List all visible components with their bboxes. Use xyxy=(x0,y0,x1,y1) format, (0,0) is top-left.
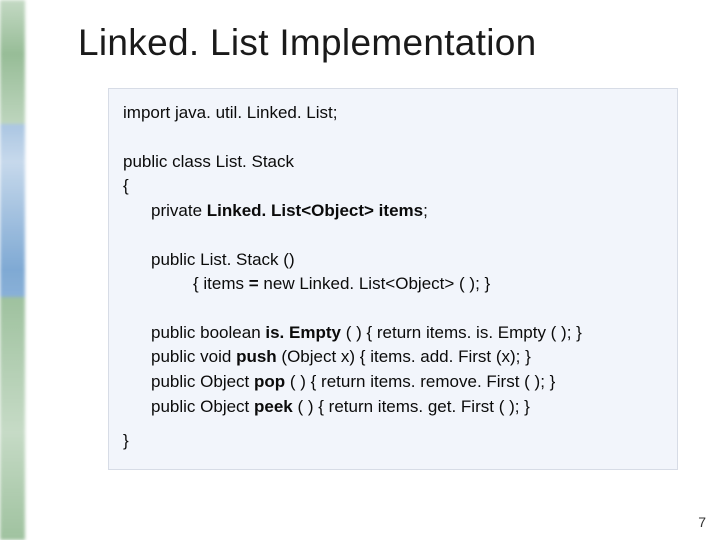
blank-line xyxy=(123,126,663,150)
decorative-sidebar xyxy=(0,0,40,540)
code-bold: Linked. List<Object> items xyxy=(207,201,423,220)
blank-line xyxy=(123,297,663,321)
code-line-peek: public Object peek ( ) { return items. g… xyxy=(123,395,663,420)
code-bold: is. Empty xyxy=(265,323,345,342)
code-line-import: import java. util. Linked. List; xyxy=(123,101,663,126)
code-line-field: private Linked. List<Object> items; xyxy=(123,199,663,224)
code-text: public Object xyxy=(151,397,254,416)
code-line-open-brace: { xyxy=(123,174,663,199)
code-text: ; xyxy=(423,201,428,220)
code-line-ctor-sig: public List. Stack () xyxy=(123,248,663,273)
code-box: import java. util. Linked. List; public … xyxy=(108,88,678,470)
slide-title: Linked. List Implementation xyxy=(78,22,537,64)
code-line-pop: public Object pop ( ) { return items. re… xyxy=(123,370,663,395)
page-number: 7 xyxy=(698,514,706,530)
code-content: import java. util. Linked. List; public … xyxy=(123,101,663,454)
code-line-isempty: public boolean is. Empty ( ) { return it… xyxy=(123,321,663,346)
sidebar-overlay xyxy=(0,0,40,540)
code-text: (Object x) { items. add. First (x); } xyxy=(281,347,530,366)
code-text: ( ) { return items. remove. First ( ); } xyxy=(290,372,555,391)
code-text: { items xyxy=(193,274,249,293)
code-text: ( ) { return items. is. Empty ( ); } xyxy=(346,323,582,342)
code-text: new Linked. List<Object> ( ); } xyxy=(263,274,490,293)
code-text: public boolean xyxy=(151,323,265,342)
code-bold: = xyxy=(249,274,264,293)
blank-line xyxy=(123,419,663,429)
code-bold: peek xyxy=(254,397,297,416)
code-text: ( ) { return items. get. First ( ); } xyxy=(297,397,529,416)
code-bold: pop xyxy=(254,372,290,391)
slide: Linked. List Implementation import java.… xyxy=(0,0,720,540)
code-bold: push xyxy=(236,347,281,366)
code-text: public Object xyxy=(151,372,254,391)
code-line-ctor-body: { items = new Linked. List<Object> ( ); … xyxy=(123,272,663,297)
code-text: private xyxy=(151,201,207,220)
code-line-class-decl: public class List. Stack xyxy=(123,150,663,175)
code-line-close-brace: } xyxy=(123,429,663,454)
code-text: public void xyxy=(151,347,236,366)
blank-line xyxy=(123,224,663,248)
code-line-push: public void push (Object x) { items. add… xyxy=(123,345,663,370)
